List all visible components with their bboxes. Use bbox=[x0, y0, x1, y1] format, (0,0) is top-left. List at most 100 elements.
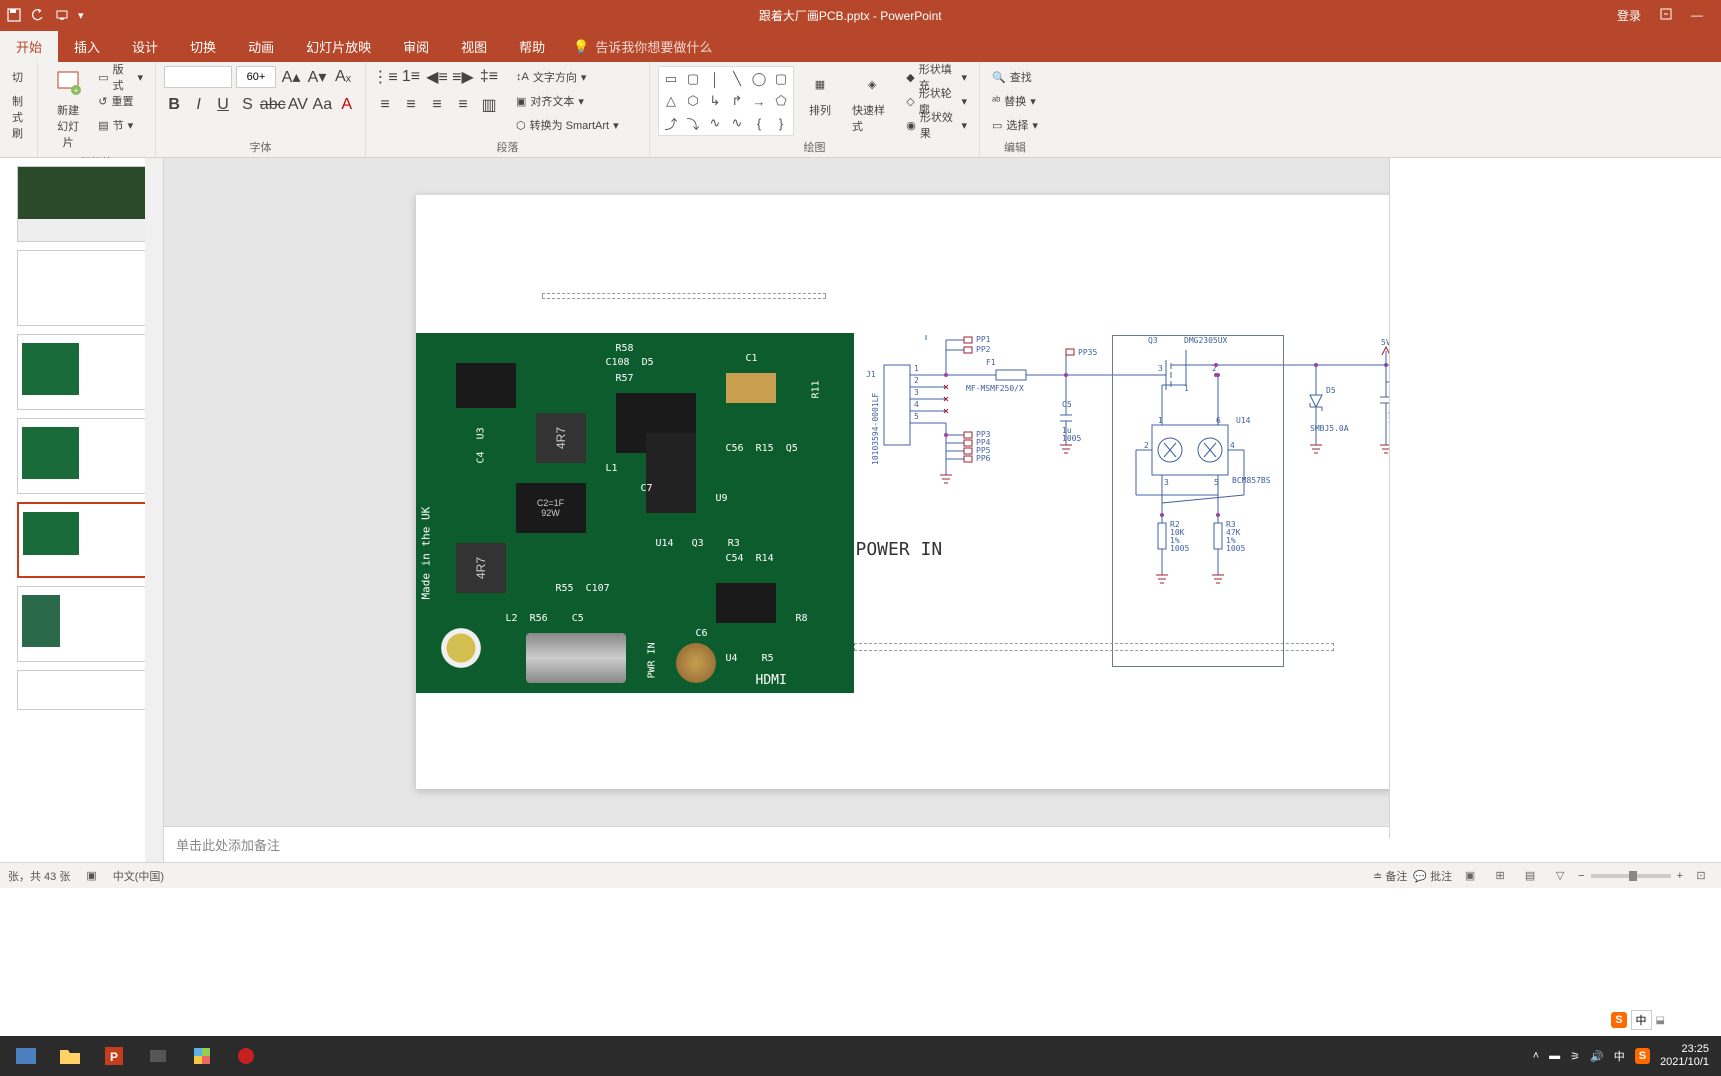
align-center-button[interactable]: ≡ bbox=[400, 94, 422, 116]
tray-battery-icon[interactable]: ▬ bbox=[1549, 1050, 1560, 1062]
zoom-out-button[interactable]: − bbox=[1578, 870, 1584, 882]
svg-text:J1: J1 bbox=[866, 370, 876, 379]
format-painter-button[interactable]: 式刷 bbox=[8, 114, 29, 136]
change-case-button[interactable]: Aa bbox=[312, 94, 332, 116]
fit-button[interactable]: ⊡ bbox=[1689, 866, 1713, 886]
line-spacing-button[interactable]: ‡≡ bbox=[478, 66, 500, 88]
font-name-input[interactable] bbox=[164, 66, 232, 88]
thumb-slide[interactable] bbox=[17, 250, 147, 326]
shape-effects-button[interactable]: ◉形状效果 ▾ bbox=[902, 114, 971, 136]
section-button[interactable]: ▤节 ▾ bbox=[94, 114, 147, 136]
new-slide-button[interactable]: + 新建 幻灯片 bbox=[46, 66, 90, 152]
reading-view-button[interactable]: ▤ bbox=[1518, 866, 1542, 886]
thumb-slide[interactable] bbox=[17, 586, 147, 662]
increase-indent-button[interactable]: ≡▶ bbox=[452, 66, 474, 88]
columns-button[interactable]: ▥ bbox=[478, 94, 500, 116]
slide-thumbnails[interactable] bbox=[0, 158, 164, 862]
italic-button[interactable]: I bbox=[188, 94, 208, 116]
shape-outline-icon: ◇ bbox=[906, 95, 914, 108]
pcb-image[interactable]: 4R7 C2=1F92W 4R7 R58 C108 D5 C1 R57 bbox=[416, 333, 854, 693]
tab-insert[interactable]: 插入 bbox=[58, 31, 116, 62]
thumb-slide[interactable] bbox=[17, 670, 147, 710]
font-color-button[interactable]: A bbox=[337, 94, 357, 116]
clock[interactable]: 23:25 2021/10/1 bbox=[1660, 1043, 1715, 1069]
reset-icon: ↺ bbox=[98, 95, 107, 108]
reset-button[interactable]: ↺重置 bbox=[94, 90, 147, 112]
clear-format-icon[interactable]: Aₓ bbox=[332, 66, 354, 88]
tab-design[interactable]: 设计 bbox=[116, 31, 174, 62]
slide-canvas[interactable]: 4R7 C2=1F92W 4R7 R58 C108 D5 C1 R57 bbox=[416, 195, 1470, 789]
decrease-indent-button[interactable]: ◀≡ bbox=[426, 66, 448, 88]
svg-text:2: 2 bbox=[914, 376, 919, 385]
comments-toggle[interactable]: 💬 批注 bbox=[1413, 868, 1452, 884]
tab-transitions[interactable]: 切换 bbox=[174, 31, 232, 62]
tray-sogou-icon[interactable]: S bbox=[1635, 1048, 1650, 1064]
numbering-button[interactable]: 1≡ bbox=[400, 66, 422, 88]
bullets-button[interactable]: ⋮≡ bbox=[374, 66, 396, 88]
notes-toggle[interactable]: ≐ 备注 bbox=[1373, 868, 1407, 884]
slideshow-start-icon[interactable] bbox=[54, 7, 70, 23]
taskbar-app-1[interactable] bbox=[6, 1036, 46, 1076]
taskbar-record[interactable] bbox=[226, 1036, 266, 1076]
tab-animations[interactable]: 动画 bbox=[232, 31, 290, 62]
spellcheck-icon[interactable]: ▣ bbox=[86, 869, 96, 882]
thumb-slide-active[interactable] bbox=[17, 502, 147, 578]
thumb-slide[interactable] bbox=[17, 418, 147, 494]
svg-text:PP35: PP35 bbox=[1078, 348, 1097, 357]
layout-button[interactable]: ▭版式 ▾ bbox=[94, 66, 147, 88]
align-right-button[interactable]: ≡ bbox=[426, 94, 448, 116]
font-size-input[interactable] bbox=[236, 66, 276, 88]
smartart-button[interactable]: ⬡转换为 SmartArt ▾ bbox=[512, 114, 623, 136]
shadow-button[interactable]: S bbox=[237, 94, 257, 116]
text-direction-button[interactable]: ↕A文字方向 ▾ bbox=[512, 66, 623, 88]
arrange-button[interactable]: ▦ 排列 bbox=[798, 66, 842, 120]
zoom-in-button[interactable]: + bbox=[1677, 870, 1683, 882]
tab-help[interactable]: 帮助 bbox=[503, 31, 561, 62]
tray-volume-icon[interactable]: 🔊 bbox=[1590, 1050, 1604, 1063]
align-left-button[interactable]: ≡ bbox=[374, 94, 396, 116]
ime-indicator[interactable]: S 中 ⬓ bbox=[1611, 1010, 1665, 1030]
increase-font-icon[interactable]: A▴ bbox=[280, 66, 302, 88]
char-spacing-button[interactable]: AV bbox=[288, 94, 308, 116]
tell-me[interactable]: 💡 告诉我你想要做什么 bbox=[561, 31, 724, 62]
quick-styles-button[interactable]: ◈ 快速样式 bbox=[846, 66, 898, 136]
thumb-slide[interactable] bbox=[17, 166, 147, 242]
tab-home[interactable]: 开始 bbox=[0, 31, 58, 62]
cut-button[interactable]: 切 bbox=[8, 66, 29, 88]
undo-icon[interactable] bbox=[30, 7, 46, 23]
tray-up-icon[interactable]: ˄ bbox=[1533, 1050, 1539, 1062]
find-button[interactable]: 🔍查找 bbox=[988, 66, 1042, 88]
ribbon-display-icon[interactable] bbox=[1659, 7, 1673, 24]
svg-text:SMBJ5.0A: SMBJ5.0A bbox=[1310, 424, 1349, 433]
taskbar-app-5[interactable] bbox=[182, 1036, 222, 1076]
save-icon[interactable] bbox=[6, 7, 22, 23]
zoom-slider[interactable] bbox=[1591, 874, 1671, 878]
justify-button[interactable]: ≡ bbox=[452, 94, 474, 116]
thumbnails-scrollbar[interactable] bbox=[145, 158, 163, 862]
strikethrough-button[interactable]: abc bbox=[262, 94, 284, 116]
sorter-view-button[interactable]: ⊞ bbox=[1488, 866, 1512, 886]
quick-styles-icon: ◈ bbox=[856, 68, 888, 100]
taskbar-powerpoint[interactable]: P bbox=[94, 1036, 134, 1076]
login-button[interactable]: 登录 bbox=[1617, 7, 1641, 24]
tab-view[interactable]: 视图 bbox=[445, 31, 503, 62]
slideshow-view-button[interactable]: ▽ bbox=[1548, 866, 1572, 886]
thumb-slide[interactable] bbox=[17, 334, 147, 410]
select-button[interactable]: ▭选择 ▾ bbox=[988, 114, 1042, 136]
tab-review[interactable]: 审阅 bbox=[387, 31, 445, 62]
tray-ime-icon[interactable]: 中 bbox=[1614, 1048, 1625, 1064]
normal-view-button[interactable]: ▣ bbox=[1458, 866, 1482, 886]
language-indicator[interactable]: 中文(中国) bbox=[113, 868, 164, 884]
tray-wifi-icon[interactable]: ⚞ bbox=[1570, 1050, 1580, 1063]
bold-button[interactable]: B bbox=[164, 94, 184, 116]
decrease-font-icon[interactable]: A▾ bbox=[306, 66, 328, 88]
tab-slideshow[interactable]: 幻灯片放映 bbox=[290, 31, 387, 62]
underline-button[interactable]: U bbox=[213, 94, 233, 116]
title-placeholder[interactable] bbox=[542, 293, 826, 299]
taskbar-app-4[interactable] bbox=[138, 1036, 178, 1076]
replace-button[interactable]: ᵃᵇ替换 ▾ bbox=[988, 90, 1042, 112]
minimize-icon[interactable]: — bbox=[1691, 8, 1703, 22]
align-text-button[interactable]: ▣对齐文本 ▾ bbox=[512, 90, 623, 112]
taskbar-explorer[interactable] bbox=[50, 1036, 90, 1076]
shape-gallery[interactable]: ▭▢│╲◯▢ △⬡↳↱→⬠ ⤴⤵∿∿{} bbox=[658, 66, 794, 136]
